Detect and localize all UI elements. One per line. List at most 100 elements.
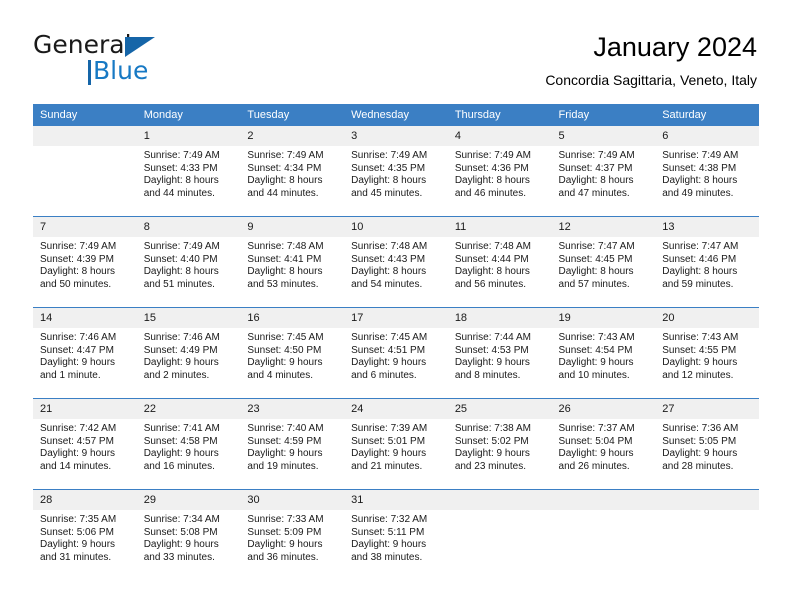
- sunset-text: Sunset: 4:39 PM: [40, 253, 114, 265]
- calendar-day-cell[interactable]: 13 Sunrise: 7:47 AM Sunset: 4:46 PM Dayl…: [655, 216, 759, 308]
- calendar-day-cell[interactable]: 25 Sunrise: 7:38 AM Sunset: 5:02 PM Dayl…: [447, 398, 552, 490]
- daylight-text-line1: Daylight: 9 hours: [247, 357, 323, 369]
- daylight-text-line1: Daylight: 9 hours: [454, 448, 530, 460]
- calendar-day-cell[interactable]: 18 Sunrise: 7:44 AM Sunset: 4:53 PM Dayl…: [447, 307, 552, 399]
- sunset-text: Sunset: 5:09 PM: [247, 526, 322, 538]
- calendar-day-cell[interactable]: 26 Sunrise: 7:37 AM Sunset: 5:04 PM Dayl…: [551, 398, 656, 490]
- calendar-day-cell[interactable]: 17 Sunrise: 7:45 AM Sunset: 4:51 PM Dayl…: [344, 307, 448, 399]
- sunset-text: Sunset: 4:57 PM: [40, 435, 114, 447]
- day-number: 11: [447, 217, 552, 237]
- sunrise-text: Sunrise: 7:32 AM: [351, 514, 428, 525]
- day-details: Sunrise: 7:45 AM Sunset: 4:51 PM Dayligh…: [344, 328, 448, 382]
- daylight-text-line1: Daylight: 8 hours: [558, 175, 634, 187]
- calendar-day-cell[interactable]: 5 Sunrise: 7:49 AM Sunset: 4:37 PM Dayli…: [551, 126, 656, 217]
- page-header: General Blue January 2024 Concordia Sagi…: [33, 30, 757, 92]
- sunset-text: Sunset: 4:45 PM: [558, 253, 633, 265]
- calendar-day-cell[interactable]: 4 Sunrise: 7:49 AM Sunset: 4:36 PM Dayli…: [447, 126, 552, 217]
- calendar-day-cell[interactable]: 14 Sunrise: 7:46 AM Sunset: 4:47 PM Dayl…: [33, 307, 137, 399]
- daylight-text-line2: and 31 minutes.: [40, 551, 112, 563]
- calendar-day-cell[interactable]: 23 Sunrise: 7:40 AM Sunset: 4:59 PM Dayl…: [240, 398, 345, 490]
- sunrise-text: Sunrise: 7:37 AM: [558, 423, 635, 434]
- calendar-day-cell[interactable]: 3 Sunrise: 7:49 AM Sunset: 4:35 PM Dayli…: [344, 126, 448, 217]
- daylight-text-line2: and 36 minutes.: [247, 551, 319, 563]
- daylight-text-line2: and 49 minutes.: [662, 187, 734, 199]
- day-details: Sunrise: 7:37 AM Sunset: 5:04 PM Dayligh…: [552, 419, 656, 473]
- daylight-text-line2: and 26 minutes.: [558, 460, 630, 472]
- day-number: 23: [240, 399, 345, 419]
- calendar-day-cell[interactable]: 15 Sunrise: 7:46 AM Sunset: 4:49 PM Dayl…: [136, 307, 241, 399]
- sunset-text: Sunset: 4:40 PM: [143, 253, 218, 265]
- calendar-day-cell[interactable]: 12 Sunrise: 7:47 AM Sunset: 4:45 PM Dayl…: [551, 216, 656, 308]
- calendar-day-cell[interactable]: [551, 489, 656, 580]
- sunrise-text: Sunrise: 7:39 AM: [351, 423, 428, 434]
- day-number: 19: [551, 308, 656, 328]
- sunrise-text: Sunrise: 7:49 AM: [454, 150, 531, 161]
- day-number: 27: [655, 399, 759, 419]
- sunset-text: Sunset: 4:41 PM: [247, 253, 322, 265]
- sunrise-text: Sunrise: 7:48 AM: [454, 241, 531, 252]
- calendar-day-cell[interactable]: 1 Sunrise: 7:49 AM Sunset: 4:33 PM Dayli…: [136, 126, 241, 217]
- calendar-day-cell[interactable]: 11 Sunrise: 7:48 AM Sunset: 4:44 PM Dayl…: [447, 216, 552, 308]
- sunset-text: Sunset: 4:38 PM: [662, 162, 737, 174]
- day-details: [655, 510, 759, 514]
- day-details: Sunrise: 7:43 AM Sunset: 4:54 PM Dayligh…: [552, 328, 656, 382]
- day-details: Sunrise: 7:39 AM Sunset: 5:01 PM Dayligh…: [344, 419, 448, 473]
- daylight-text-line1: Daylight: 9 hours: [351, 448, 427, 460]
- day-details: Sunrise: 7:34 AM Sunset: 5:08 PM Dayligh…: [137, 510, 241, 564]
- sunrise-text: Sunrise: 7:43 AM: [662, 332, 739, 343]
- day-details: Sunrise: 7:48 AM Sunset: 4:41 PM Dayligh…: [240, 237, 344, 291]
- general-blue-logo[interactable]: General Blue: [33, 30, 293, 90]
- calendar-day-cell[interactable]: 16 Sunrise: 7:45 AM Sunset: 4:50 PM Dayl…: [240, 307, 345, 399]
- day-details: Sunrise: 7:49 AM Sunset: 4:39 PM Dayligh…: [33, 237, 137, 291]
- day-details: Sunrise: 7:32 AM Sunset: 5:11 PM Dayligh…: [344, 510, 448, 564]
- sunrise-text: Sunrise: 7:45 AM: [247, 332, 324, 343]
- daylight-text-line2: and 28 minutes.: [662, 460, 734, 472]
- calendar-day-cell[interactable]: 21 Sunrise: 7:42 AM Sunset: 4:57 PM Dayl…: [33, 398, 137, 490]
- sunset-text: Sunset: 4:59 PM: [247, 435, 322, 447]
- calendar-day-cell[interactable]: 20 Sunrise: 7:43 AM Sunset: 4:55 PM Dayl…: [655, 307, 759, 399]
- day-details: Sunrise: 7:35 AM Sunset: 5:06 PM Dayligh…: [33, 510, 137, 564]
- calendar-day-cell[interactable]: 9 Sunrise: 7:48 AM Sunset: 4:41 PM Dayli…: [240, 216, 345, 308]
- calendar-day-cell[interactable]: [33, 126, 137, 217]
- calendar-day-cell[interactable]: 2 Sunrise: 7:49 AM Sunset: 4:34 PM Dayli…: [240, 126, 345, 217]
- calendar-day-cell[interactable]: 28 Sunrise: 7:35 AM Sunset: 5:06 PM Dayl…: [33, 489, 137, 580]
- day-details: Sunrise: 7:41 AM Sunset: 4:58 PM Dayligh…: [137, 419, 241, 473]
- daylight-text-line2: and 2 minutes.: [143, 369, 210, 381]
- weekday-header-friday: Friday: [551, 104, 656, 126]
- calendar-day-cell[interactable]: [655, 489, 759, 580]
- calendar-page: General Blue January 2024 Concordia Sagi…: [0, 0, 792, 612]
- calendar-day-cell[interactable]: 8 Sunrise: 7:49 AM Sunset: 4:40 PM Dayli…: [136, 216, 241, 308]
- calendar-day-cell[interactable]: 22 Sunrise: 7:41 AM Sunset: 4:58 PM Dayl…: [136, 398, 241, 490]
- sunrise-text: Sunrise: 7:41 AM: [143, 423, 220, 434]
- daylight-text-line1: Daylight: 9 hours: [40, 448, 116, 460]
- calendar-day-cell[interactable]: 30 Sunrise: 7:33 AM Sunset: 5:09 PM Dayl…: [240, 489, 345, 580]
- daylight-text-line1: Daylight: 8 hours: [351, 266, 427, 278]
- calendar-week-row: 14 Sunrise: 7:46 AM Sunset: 4:47 PM Dayl…: [33, 307, 759, 399]
- sunset-text: Sunset: 5:02 PM: [454, 435, 529, 447]
- calendar-day-cell[interactable]: 10 Sunrise: 7:48 AM Sunset: 4:43 PM Dayl…: [344, 216, 448, 308]
- sunrise-text: Sunrise: 7:48 AM: [247, 241, 324, 252]
- calendar-day-cell[interactable]: 7 Sunrise: 7:49 AM Sunset: 4:39 PM Dayli…: [33, 216, 137, 308]
- day-details: Sunrise: 7:48 AM Sunset: 4:44 PM Dayligh…: [448, 237, 552, 291]
- calendar-day-cell[interactable]: [447, 489, 552, 580]
- sunset-text: Sunset: 4:55 PM: [662, 344, 737, 356]
- daylight-text-line1: Daylight: 9 hours: [143, 448, 219, 460]
- calendar-week-row: 28 Sunrise: 7:35 AM Sunset: 5:06 PM Dayl…: [33, 489, 759, 580]
- daylight-text-line2: and 38 minutes.: [351, 551, 423, 563]
- calendar-day-cell[interactable]: 19 Sunrise: 7:43 AM Sunset: 4:54 PM Dayl…: [551, 307, 656, 399]
- daylight-text-line1: Daylight: 8 hours: [143, 266, 219, 278]
- calendar-day-cell[interactable]: 24 Sunrise: 7:39 AM Sunset: 5:01 PM Dayl…: [344, 398, 448, 490]
- daylight-text-line2: and 14 minutes.: [40, 460, 112, 472]
- day-details: Sunrise: 7:43 AM Sunset: 4:55 PM Dayligh…: [655, 328, 759, 382]
- calendar-day-cell[interactable]: 29 Sunrise: 7:34 AM Sunset: 5:08 PM Dayl…: [136, 489, 241, 580]
- day-details: [552, 510, 656, 514]
- sunset-text: Sunset: 5:11 PM: [351, 526, 425, 538]
- day-details: Sunrise: 7:46 AM Sunset: 4:49 PM Dayligh…: [137, 328, 241, 382]
- calendar-day-cell[interactable]: 31 Sunrise: 7:32 AM Sunset: 5:11 PM Dayl…: [344, 489, 448, 580]
- daylight-text-line1: Daylight: 9 hours: [247, 448, 323, 460]
- weekday-header-sunday: Sunday: [33, 104, 137, 126]
- calendar-day-cell[interactable]: 6 Sunrise: 7:49 AM Sunset: 4:38 PM Dayli…: [655, 126, 759, 217]
- daylight-text-line1: Daylight: 9 hours: [351, 357, 427, 369]
- calendar-day-cell[interactable]: 27 Sunrise: 7:36 AM Sunset: 5:05 PM Dayl…: [655, 398, 759, 490]
- day-number: 17: [344, 308, 448, 328]
